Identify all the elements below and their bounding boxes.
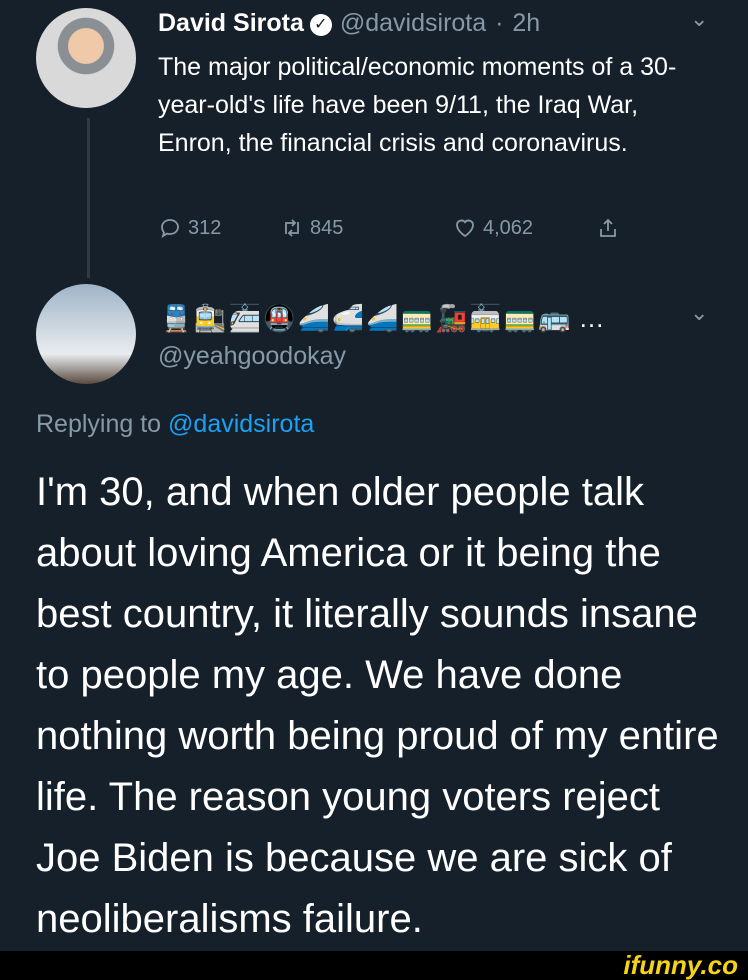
share-icon [600, 218, 616, 237]
timestamp[interactable]: 2h [512, 9, 540, 37]
handle[interactable]: @davidsirota [340, 9, 486, 37]
display-name-emoji: 🚆🚉🚈🚇🚄🚅🚄🚃🚂🚋🚃🚌 [160, 302, 573, 333]
chevron-down-icon[interactable]: ⌄ [690, 300, 708, 326]
verified-badge-icon: ✓ [309, 14, 332, 36]
chevron-down-icon[interactable]: ⌄ [690, 6, 708, 32]
thread-connector-line [87, 118, 90, 278]
avatar-yeahgoodokay[interactable] [36, 284, 136, 384]
reply-count: 312 [188, 216, 222, 239]
replying-to: Replying to @davidsirota [36, 410, 314, 439]
like-button[interactable]: 4,062 [453, 216, 533, 240]
heart-icon [456, 219, 474, 238]
display-name[interactable]: David Sirota [158, 9, 304, 37]
reply-handle[interactable]: @yeahgoodokay [158, 342, 346, 371]
tweet-header: David Sirota ✓ @davidsirota · 2h [158, 8, 540, 38]
share-button[interactable] [596, 216, 620, 240]
retweet-button[interactable]: 845 [280, 216, 343, 240]
reply-button[interactable]: 312 [158, 216, 221, 240]
retweet-count: 845 [310, 216, 344, 239]
replying-to-label: Replying to [36, 410, 162, 438]
reply-text: I'm 30, and when older people talk about… [36, 470, 719, 941]
tweet-actions: 312 845 4,062 [158, 216, 628, 248]
separator: · [495, 9, 504, 37]
reply-display-name[interactable]: 🚆🚉🚈🚇🚄🚅🚄🚃🚂🚋🚃🚌 … [160, 298, 604, 338]
ifunny-watermark: ifunny.co [623, 950, 738, 980]
tweet-text: The major political/economic moments of … [158, 53, 677, 157]
replying-to-link[interactable]: @davidsirota [168, 410, 314, 438]
avatar-david-sirota[interactable] [36, 8, 136, 108]
watermark-bar: ifunny.co [0, 951, 748, 980]
like-count: 4,062 [483, 216, 534, 239]
retweet-icon [285, 219, 299, 237]
reply-icon [161, 219, 179, 238]
name-ellipsis: … [578, 302, 605, 333]
